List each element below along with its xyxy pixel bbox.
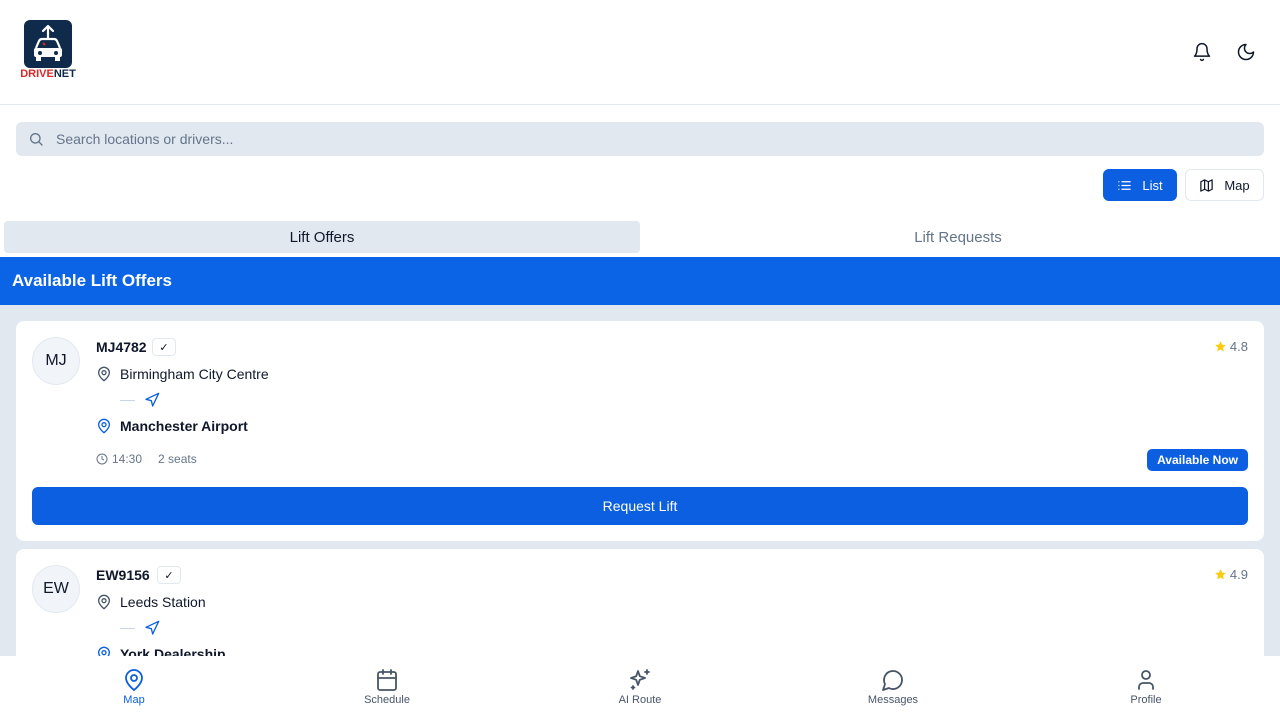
drivenet-logo[interactable]: DRIVENET <box>18 20 78 82</box>
nav-messages-label: Messages <box>867 694 919 706</box>
pickup-location: Birmingham City Centre <box>96 366 269 382</box>
bell-icon[interactable] <box>1192 42 1212 62</box>
nav-profile[interactable]: Profile <box>1086 656 1206 720</box>
driver-rating: 4.8 <box>1214 339 1248 354</box>
nav-ai-route-label: AI Route <box>618 694 662 706</box>
trip-meta: 14:30 2 seats <box>96 452 197 466</box>
map-view-button[interactable]: Map <box>1185 169 1264 201</box>
bottom-navigation: Map Schedule AI Route Messages Profile <box>0 656 1280 720</box>
app-header: DRIVENET <box>0 0 1280 105</box>
search-icon <box>30 133 43 146</box>
search-bar <box>16 122 1264 156</box>
seats-available: 2 seats <box>158 452 197 466</box>
route-connector <box>120 618 180 638</box>
user-icon <box>1138 670 1154 690</box>
logo-wordmark-drive: DRIVE <box>20 68 54 80</box>
car-upload-icon <box>24 20 72 68</box>
verified-badge: ✓ <box>157 566 181 584</box>
map-icon <box>1200 178 1214 192</box>
list-view-label: List <box>1142 177 1163 193</box>
route-connector <box>120 390 180 410</box>
star-icon <box>1215 569 1226 580</box>
avatar: EW <box>32 565 80 613</box>
tab-lift-requests[interactable]: Lift Requests <box>640 221 1276 253</box>
nav-schedule[interactable]: Schedule <box>327 656 447 720</box>
pickup-location: Leeds Station <box>96 594 206 610</box>
star-icon <box>1215 341 1226 352</box>
logo-wordmark-net: NET <box>53 68 76 80</box>
dropoff-location: Manchester Airport <box>96 418 248 434</box>
dropoff-location: York Dealership <box>96 646 226 656</box>
section-title: Available Lift Offers <box>0 257 1280 305</box>
driver-id: EW9156 <box>96 567 150 583</box>
driver-rating: 4.9 <box>1214 567 1248 582</box>
map-pin-icon <box>97 366 111 382</box>
verified-badge: ✓ <box>152 338 176 356</box>
departure-time: 14:30 <box>112 452 143 466</box>
list-view-button[interactable]: List <box>1103 169 1177 201</box>
search-input[interactable] <box>56 122 1246 156</box>
offer-card: EW EW9156 ✓ 4.9 Leeds Station York Deale… <box>16 549 1264 656</box>
dropoff-text: York Dealership <box>120 646 226 656</box>
message-icon <box>882 670 903 691</box>
nav-map-label: Map <box>123 694 145 706</box>
map-pin-icon <box>125 669 143 692</box>
list-icon <box>1118 180 1132 190</box>
nav-messages[interactable]: Messages <box>833 656 953 720</box>
sparkles-icon <box>630 669 650 690</box>
logo-wordmark: DRIVENET <box>18 68 78 80</box>
rating-value: 4.9 <box>1229 567 1248 582</box>
request-lift-button[interactable]: Request Lift <box>32 487 1248 525</box>
clock-icon <box>96 453 108 465</box>
nav-schedule-label: Schedule <box>364 694 410 706</box>
tab-lift-offers[interactable]: Lift Offers <box>4 221 640 253</box>
driver-id: MJ4782 <box>96 339 147 355</box>
map-view-label: Map <box>1224 177 1250 193</box>
route-divider <box>120 628 135 629</box>
avatar: MJ <box>32 337 80 385</box>
map-pin-icon <box>97 418 111 434</box>
offer-card: MJ MJ4782 ✓ 4.8 Birmingham City Centre M… <box>16 321 1264 541</box>
calendar-icon <box>377 669 397 691</box>
map-pin-icon <box>97 646 111 656</box>
navigation-icon <box>145 620 160 635</box>
nav-profile-label: Profile <box>1130 694 1162 706</box>
dropoff-text: Manchester Airport <box>120 418 248 434</box>
map-pin-icon <box>97 594 111 610</box>
rating-value: 4.8 <box>1229 339 1248 354</box>
moon-icon[interactable] <box>1236 42 1256 62</box>
offers-list[interactable]: MJ MJ4782 ✓ 4.8 Birmingham City Centre M… <box>0 305 1280 656</box>
status-badge: Available Now <box>1147 449 1248 471</box>
nav-ai-route[interactable]: AI Route <box>580 656 700 720</box>
pickup-text: Leeds Station <box>120 594 206 610</box>
pickup-text: Birmingham City Centre <box>120 366 269 382</box>
navigation-icon <box>145 392 160 407</box>
route-divider <box>120 400 135 401</box>
nav-map[interactable]: Map <box>74 656 194 720</box>
